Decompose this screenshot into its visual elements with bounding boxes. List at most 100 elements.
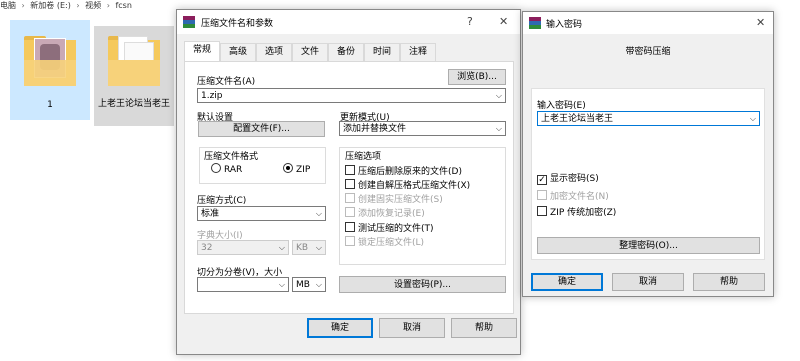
file-item-2[interactable]: 上老王论坛当老王 xyxy=(94,26,174,126)
file-item-1[interactable]: 1 xyxy=(10,20,90,120)
zip-legacy-label: ZIP 传统加密(Z) xyxy=(550,208,617,218)
chevron-down-icon: ⌵ xyxy=(278,243,285,252)
tab-options[interactable]: 选项 xyxy=(256,43,292,61)
checkbox: ✓ xyxy=(537,175,547,185)
dialog-title: 压缩文件名和参数 xyxy=(201,19,274,29)
tab-files[interactable]: 文件 xyxy=(292,43,328,61)
cancel-button[interactable]: 取消 xyxy=(379,318,445,338)
option-label: 添加恢复记录(E) xyxy=(358,209,425,219)
tab-page-general: 压缩文件名(A) 浏览(B)... 1.zip ⌵ 默认设置 配置文件(F)..… xyxy=(184,61,514,314)
option-label: 创建固实压缩文件(S) xyxy=(358,195,443,205)
encrypt-filenames-checkbox[interactable]: 加密文件名(N) xyxy=(537,190,609,203)
update-mode-value: 添加并替换文件 xyxy=(343,124,407,134)
title-bar: 输入密码 ✕ xyxy=(523,12,773,34)
option-label: 创建自解压格式压缩文件(X) xyxy=(358,181,471,191)
chevron-down-icon: ⌵ xyxy=(749,114,756,123)
chevron-down-icon: ⌵ xyxy=(315,280,322,289)
chevron-down-icon: ⌵ xyxy=(315,243,322,252)
browse-button[interactable]: 浏览(B)... xyxy=(448,69,506,85)
tab-general[interactable]: 常规 xyxy=(184,41,220,61)
ok-button[interactable]: 确定 xyxy=(307,318,373,338)
breadcrumb-separator: › xyxy=(21,1,25,10)
zip-legacy-encryption-checkbox[interactable]: ZIP 传统加密(Z) xyxy=(537,206,616,219)
option-label: 锁定压缩文件(L) xyxy=(358,238,425,248)
chevron-down-icon: ⌵ xyxy=(315,209,322,218)
dialog-heading: 带密码压缩 xyxy=(625,47,671,57)
password-panel: 输入密码(E) 上老王论坛当老王 ⌵ ✓ 显示密码(S) 加密文件名(N) ZIP… xyxy=(531,88,765,260)
ok-button[interactable]: 确定 xyxy=(531,273,603,291)
option-lock-archive[interactable]: 锁定压缩文件(L) xyxy=(345,236,424,249)
breadcrumb-item[interactable]: 新加卷 (E:) xyxy=(30,1,71,10)
split-size-combobox[interactable]: ⌵ xyxy=(197,277,289,292)
archive-options-label: 压缩选项 xyxy=(345,152,382,162)
file-item-label: 1 xyxy=(47,100,53,110)
password-label: 输入密码(E) xyxy=(537,101,586,111)
file-item-label: 上老王论坛当老王 xyxy=(98,99,171,109)
organize-passwords-button[interactable]: 整理密码(O)... xyxy=(537,237,760,254)
archive-name-label: 压缩文件名(A) xyxy=(197,77,256,87)
option-solid[interactable]: 创建固实压缩文件(S) xyxy=(345,193,443,206)
checkbox xyxy=(345,207,355,217)
cancel-button[interactable]: 取消 xyxy=(612,273,684,291)
set-password-button[interactable]: 设置密码(P)... xyxy=(339,276,506,293)
option-recovery-record[interactable]: 添加恢复记录(E) xyxy=(345,207,425,220)
tab-strip: 常规 高级 选项 文件 备份 时间 注释 xyxy=(184,41,514,61)
format-rar-label: RAR xyxy=(224,165,243,175)
breadcrumb-item[interactable]: fcsn xyxy=(115,1,131,10)
password-combobox[interactable]: 上老王论坛当老王 ⌵ xyxy=(537,111,760,126)
update-mode-select[interactable]: 添加并替换文件 ⌵ xyxy=(339,121,506,136)
profiles-button[interactable]: 配置文件(F)... xyxy=(198,121,325,137)
breadcrumb-item[interactable]: 视频 xyxy=(85,1,101,10)
dictionary-unit-value: KB xyxy=(296,243,309,253)
compression-method-select[interactable]: 标准 ⌵ xyxy=(197,206,326,221)
format-rar-radio[interactable]: RAR xyxy=(211,163,242,176)
help-button-bottom[interactable]: 帮助 xyxy=(451,318,517,338)
close-icon[interactable]: ✕ xyxy=(499,15,508,28)
checkbox xyxy=(345,222,355,232)
dictionary-size-value: 32 xyxy=(201,243,213,253)
archive-format-label: 压缩文件格式 xyxy=(204,152,259,162)
winrar-app-icon xyxy=(529,17,541,29)
dictionary-size-select[interactable]: 32 ⌵ xyxy=(197,240,289,255)
split-unit-value: MB xyxy=(296,280,310,290)
folder-thumbnail-icon xyxy=(24,32,76,86)
archive-name-value: 1.zip xyxy=(201,91,223,101)
dictionary-unit-select[interactable]: KB ⌵ xyxy=(292,240,326,255)
chevron-down-icon: ⌵ xyxy=(495,124,502,133)
breadcrumb-item[interactable]: 电脑 xyxy=(0,1,16,10)
tab-time[interactable]: 时间 xyxy=(364,43,400,61)
password-dialog: 输入密码 ✕ 带密码压缩 输入密码(E) 上老王论坛当老王 ⌵ ✓ 显示密码(S)… xyxy=(522,11,774,297)
option-delete-after[interactable]: 压缩后删除原来的文件(D) xyxy=(345,165,462,178)
checkbox xyxy=(345,179,355,189)
checkbox xyxy=(537,190,547,200)
help-button[interactable]: 帮助 xyxy=(693,273,765,291)
radio-circle xyxy=(211,163,221,173)
show-password-checkbox[interactable]: ✓ 显示密码(S) xyxy=(537,174,599,185)
breadcrumb-separator: › xyxy=(106,1,110,10)
title-bar: 压缩文件名和参数 ? ✕ xyxy=(177,10,520,34)
option-sfx[interactable]: 创建自解压格式压缩文件(X) xyxy=(345,179,470,192)
tab-advanced[interactable]: 高级 xyxy=(220,43,256,61)
chevron-down-icon: ⌵ xyxy=(495,91,502,100)
close-icon[interactable]: ✕ xyxy=(756,16,765,29)
breadcrumb[interactable]: 电脑 › 新加卷 (E:) › 视频 › fcsn xyxy=(0,0,132,12)
tab-comment[interactable]: 注释 xyxy=(400,43,436,61)
archive-name-combobox[interactable]: 1.zip ⌵ xyxy=(197,88,506,103)
checkbox xyxy=(345,165,355,175)
tab-backup[interactable]: 备份 xyxy=(328,43,364,61)
help-button[interactable]: ? xyxy=(467,15,473,28)
winrar-app-icon xyxy=(183,16,195,28)
compression-method-value: 标准 xyxy=(201,209,220,219)
checkbox xyxy=(345,193,355,203)
encrypt-filenames-label: 加密文件名(N) xyxy=(550,192,609,202)
checkbox xyxy=(345,236,355,246)
option-label: 测试压缩的文件(T) xyxy=(358,224,434,234)
format-zip-label: ZIP xyxy=(296,165,311,175)
password-value: 上老王论坛当老王 xyxy=(541,114,614,124)
format-zip-radio[interactable]: ZIP xyxy=(283,163,310,176)
dialog-title: 输入密码 xyxy=(546,20,583,30)
split-unit-select[interactable]: MB ⌵ xyxy=(292,277,326,292)
show-password-label: 显示密码(S) xyxy=(550,174,599,184)
option-test-files[interactable]: 测试压缩的文件(T) xyxy=(345,222,434,235)
breadcrumb-separator: › xyxy=(76,1,80,10)
